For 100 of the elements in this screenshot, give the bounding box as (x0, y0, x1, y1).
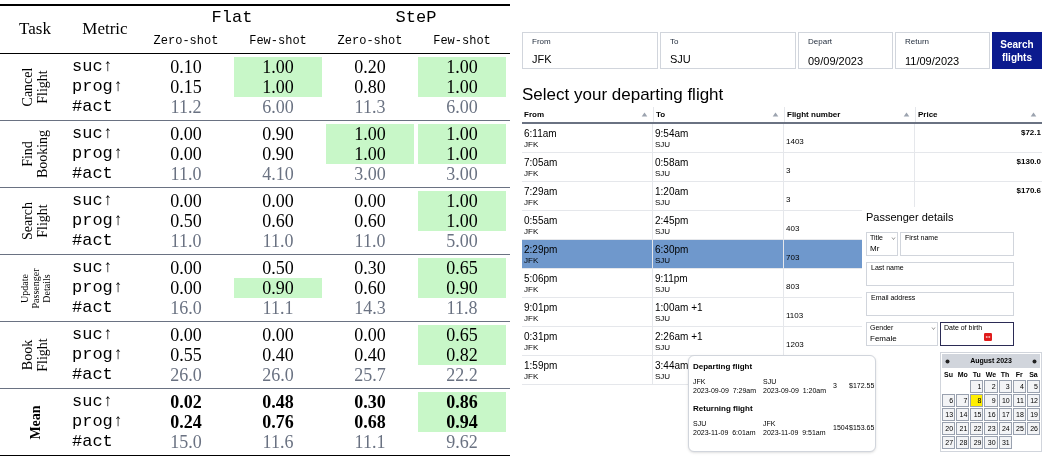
column-header[interactable]: From (522, 107, 653, 122)
metric-label: #act (71, 298, 114, 318)
flight-row[interactable]: 2:29pm JFK 6:30pm SJU 703 (522, 240, 862, 269)
table-cell: 0.65 (418, 258, 506, 278)
flight-row[interactable]: 7:29am JFK 1:20am SJU 3 $170.6 (522, 182, 1042, 211)
airport-code: JFK (524, 169, 539, 179)
table-cell: 1.00 (234, 77, 322, 97)
previous-month-icon[interactable] (945, 358, 950, 364)
table-cell-text: 0.48 (261, 392, 295, 412)
table-cell-text: 0.80 (353, 77, 387, 97)
table-cell-text: 26.0 (169, 365, 203, 385)
table-cell-text: 25.7 (353, 365, 387, 385)
column-header[interactable]: Flight number (784, 107, 915, 122)
setting-header: Zero-shot (337, 33, 403, 50)
chevron-icon (931, 326, 936, 331)
next-month-icon[interactable] (1032, 358, 1037, 364)
method-header: SteP (395, 6, 437, 29)
sort-icon (902, 111, 911, 118)
table-cell-text: 14.3 (353, 298, 387, 318)
method-header: Flat (211, 6, 253, 29)
section-title: Returning flight (693, 404, 754, 414)
flight-row[interactable]: 6:11am JFK 9:54am SJU 1403 $72.1 (522, 124, 1042, 153)
field-value: 11/09/2023 (905, 54, 960, 69)
table-cell-text: 0.60 (353, 211, 387, 231)
table-cell-text: 0.30 (353, 258, 387, 278)
flight-row[interactable]: 5:06pm JFK 9:11pm SJU 803 (522, 269, 862, 298)
flight-number: 3 (786, 195, 791, 204)
table-cell-text: 11.0 (353, 231, 387, 251)
table-cell: 1.00 (326, 144, 414, 164)
field-value: SJU (670, 52, 691, 67)
table-cell-text: 0.40 (353, 345, 387, 365)
table-cell-text: 11.8 (445, 298, 479, 318)
arrival-time: 9:11pm (655, 272, 688, 285)
flight-row[interactable]: 1:59pm JFK 3:44am SJU (522, 356, 688, 385)
flight-row[interactable]: 0:55am JFK 2:45pm SJU 403 (522, 211, 862, 240)
table-cell-text: 0.00 (169, 278, 203, 298)
table-cell-text: 0.50 (261, 258, 295, 278)
metric-label: suc↑ (71, 57, 114, 77)
arrival-time: 2:26am +1 (655, 330, 703, 343)
table-cell-text: 15.0 (169, 432, 203, 452)
flight-number: 803 (786, 282, 800, 291)
departure-time: 7:29am (524, 185, 558, 198)
flight-number: 703 (786, 253, 800, 262)
price: $170.6 (1016, 185, 1041, 197)
metric-label: #act (71, 231, 114, 251)
field-value: Female (870, 334, 897, 344)
metric-label: #act (71, 97, 114, 117)
table-cell-text: 11.0 (261, 231, 295, 251)
task-label: Find Booking (20, 129, 50, 179)
field-label: Return (905, 36, 929, 48)
table-cell: 1.00 (418, 144, 506, 164)
input-field[interactable]: Depart 09/09/2023 (798, 32, 893, 69)
input-field[interactable]: Return 11/09/2023 (895, 32, 990, 69)
column-header[interactable]: To (653, 107, 784, 122)
table-cell: 1.00 (418, 77, 506, 97)
arrival-time: 6:30pm (655, 243, 689, 256)
sort-icon (1029, 111, 1038, 118)
metric-label: suc↑ (71, 325, 114, 345)
airport-code: SJU (655, 140, 671, 150)
search-button[interactable]: Search flights (992, 32, 1042, 69)
metric-label: prog↑ (71, 144, 124, 164)
task-label: Mean (27, 404, 43, 440)
table-cell-text: 0.60 (261, 211, 295, 231)
field-label: Depart (808, 36, 832, 48)
table-cell-text: 0.02 (169, 392, 203, 412)
flight-row[interactable]: 9:01pm JFK 1:00am +1 SJU 1103 (522, 298, 862, 327)
table-cell: 1.00 (418, 57, 506, 77)
field-value: 09/09/2023 (808, 54, 864, 69)
table-cell: 1.00 (418, 124, 506, 144)
setting-header: Zero-shot (153, 33, 219, 50)
table-cell-text: 6.00 (261, 97, 295, 117)
table-cell-text: 0.60 (353, 278, 387, 298)
setting-header: Few-shot (249, 33, 307, 50)
table-cell-text: 0.76 (261, 412, 295, 432)
table-cell-text: 4.10 (261, 164, 295, 184)
field-label: From (532, 36, 551, 48)
table-cell: 0.90 (418, 278, 506, 298)
calendar-button[interactable] (984, 333, 992, 341)
task-label: Search Flight (20, 201, 50, 241)
input-field[interactable]: From JFK (522, 32, 658, 69)
input-field[interactable]: To SJU (660, 32, 796, 69)
table-cell-text: 0.00 (353, 325, 387, 345)
airport-code: JFK (524, 372, 539, 382)
flight-number: 1103 (786, 311, 804, 320)
table-cell-text: 11.3 (353, 97, 387, 117)
table-cell-text: 6.00 (445, 97, 479, 117)
sort-icon (771, 111, 780, 118)
flight-number: 3 (786, 166, 791, 175)
column-header[interactable]: Price (915, 107, 1042, 122)
task-label: Cancel Flight (20, 67, 50, 107)
table-cell-text: 3.00 (445, 164, 479, 184)
column-header: Task (19, 18, 51, 41)
table-cell-text: 11.1 (353, 432, 387, 452)
flight-row[interactable]: 7:05am JFK 0:58am SJU 3 $130.0 (522, 153, 1042, 182)
table-cell-text: 11.0 (169, 164, 203, 184)
table-cell-text: 16.0 (169, 298, 203, 318)
metric-label: #act (71, 432, 114, 452)
table-cell-text: 0.00 (261, 191, 295, 211)
metric-label: prog↑ (71, 77, 124, 97)
airport-code: JFK (524, 343, 539, 353)
